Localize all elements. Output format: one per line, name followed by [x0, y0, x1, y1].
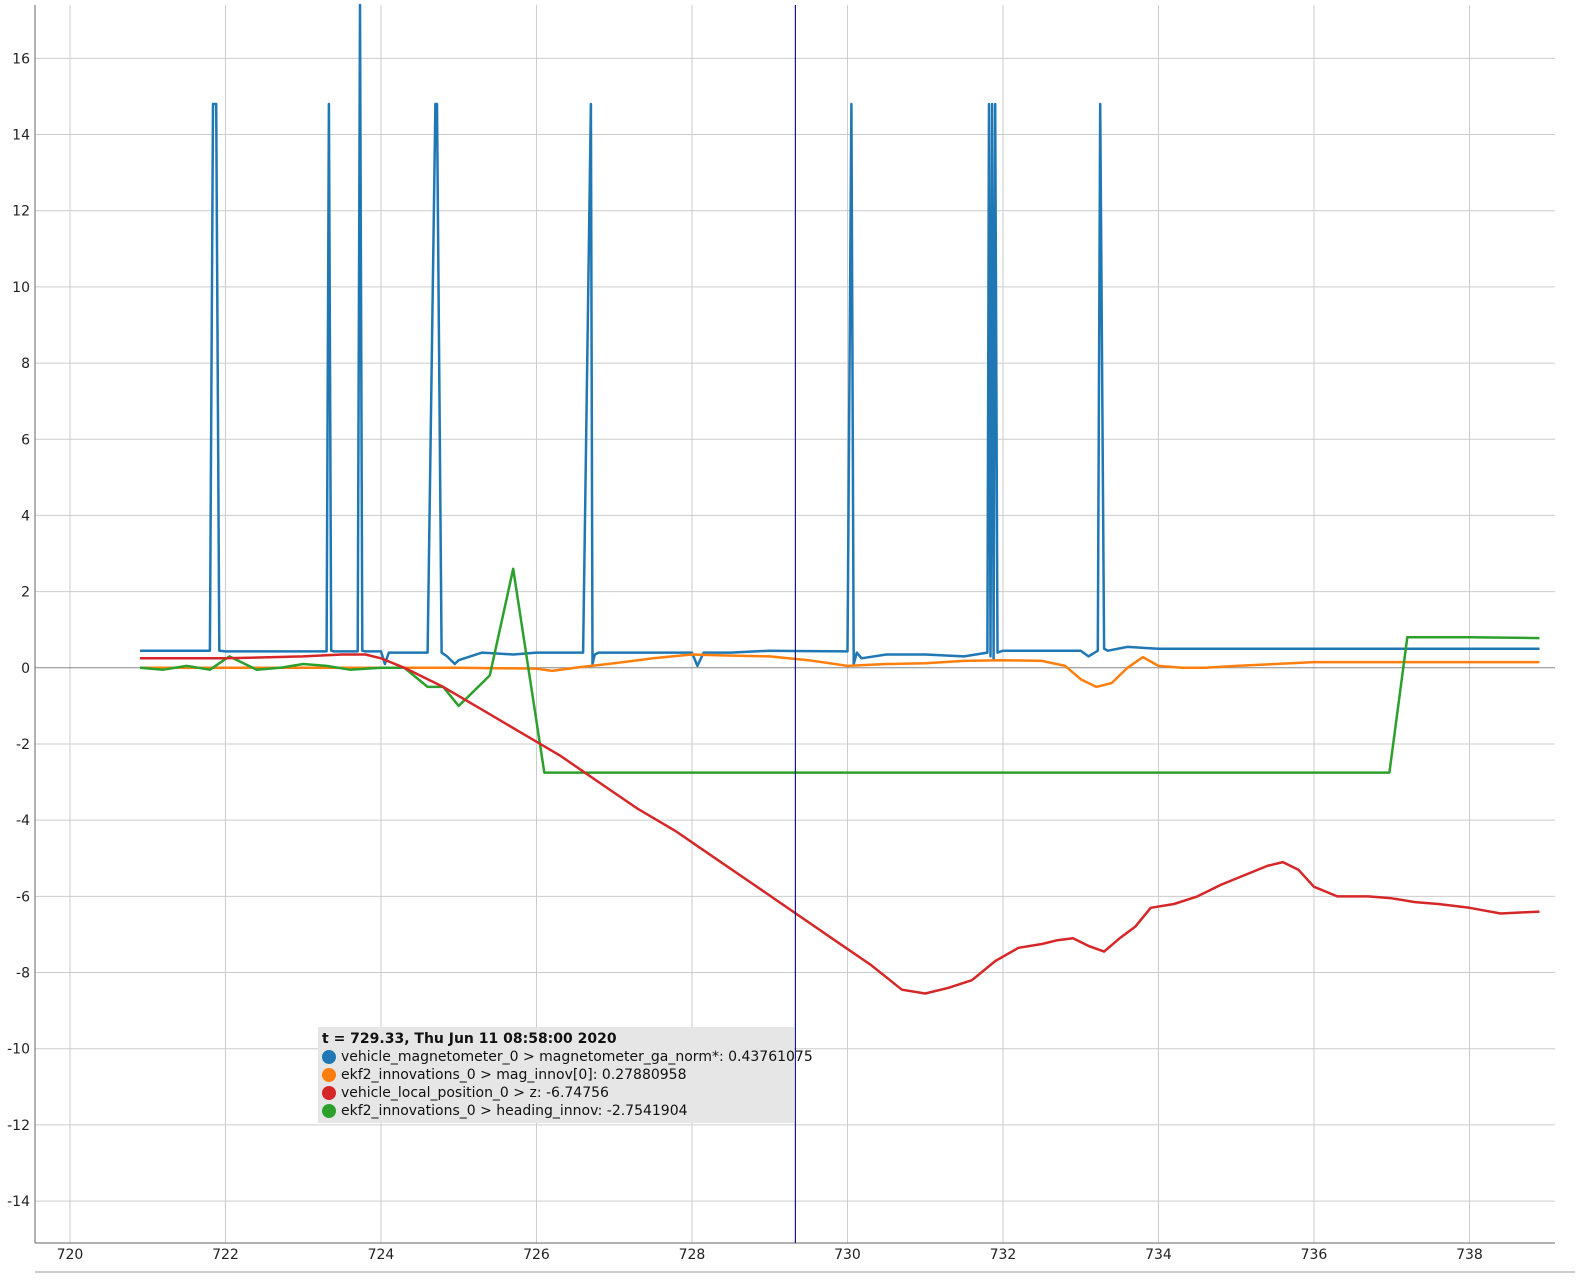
x-tick-label: 722	[212, 1247, 239, 1263]
tooltip-legend: t = 729.33, Thu Jun 11 08:58:00 2020 veh…	[318, 1027, 813, 1123]
y-tick-label: -8	[16, 966, 30, 982]
series-line	[140, 653, 1540, 995]
x-tick-label: 738	[1456, 1247, 1483, 1263]
y-tick-label: -10	[7, 1042, 30, 1058]
y-tick-label: 10	[12, 280, 30, 296]
y-tick-label: 0	[21, 661, 30, 677]
y-tick-label: -4	[16, 813, 30, 829]
x-tick-label: 720	[57, 1247, 84, 1263]
x-tick-label: 728	[679, 1247, 706, 1263]
series-line	[140, 3, 1540, 668]
legend-title: t = 729.33, Thu Jun 11 08:58:00 2020	[322, 1031, 617, 1047]
y-tick-label: 14	[12, 128, 30, 144]
series-lines	[139, 3, 1540, 995]
legend-dot-blue	[322, 1050, 336, 1064]
y-tick-label: -2	[16, 737, 30, 753]
legend-dot-orange	[322, 1068, 336, 1082]
y-tick-label: 4	[21, 508, 30, 524]
x-tick-label: 726	[523, 1247, 550, 1263]
legend-item-magnetometer: vehicle_magnetometer_0 > magnetometer_ga…	[322, 1048, 813, 1066]
y-tick-label: 16	[12, 51, 30, 67]
legend-item-label: vehicle_local_position_0 > z: -6.74756	[341, 1085, 609, 1101]
legend-item-heading-innov: ekf2_innovations_0 > heading_innov: -2.7…	[322, 1102, 794, 1120]
x-tick-label: 734	[1145, 1247, 1172, 1263]
x-tick-label: 736	[1301, 1247, 1328, 1263]
legend-item-label: vehicle_magnetometer_0 > magnetometer_ga…	[341, 1049, 813, 1065]
series-line	[139, 567, 1540, 774]
x-tick-label: 730	[834, 1247, 861, 1263]
legend-dot-red	[322, 1086, 336, 1100]
y-tick-label: -14	[7, 1194, 30, 1210]
x-tick-label: 724	[368, 1247, 395, 1263]
legend-item-mag-innov: ekf2_innovations_0 > mag_innov[0]: 0.278…	[322, 1066, 794, 1084]
y-tick-label: 8	[21, 356, 30, 372]
y-tick-label: 6	[21, 432, 30, 448]
y-tick-label: 2	[21, 585, 30, 601]
y-tick-label: -12	[7, 1118, 30, 1134]
legend-item-local-z: vehicle_local_position_0 > z: -6.74756	[322, 1084, 794, 1102]
legend-item-label: ekf2_innovations_0 > heading_innov: -2.7…	[341, 1103, 688, 1119]
y-tick-label: 12	[12, 204, 30, 220]
axes	[34, 5, 1575, 1273]
y-tick-label: -6	[16, 889, 30, 905]
legend-dot-green	[322, 1104, 336, 1118]
legend-item-label: ekf2_innovations_0 > mag_innov[0]: 0.278…	[341, 1067, 687, 1083]
x-tick-label: 732	[990, 1247, 1017, 1263]
